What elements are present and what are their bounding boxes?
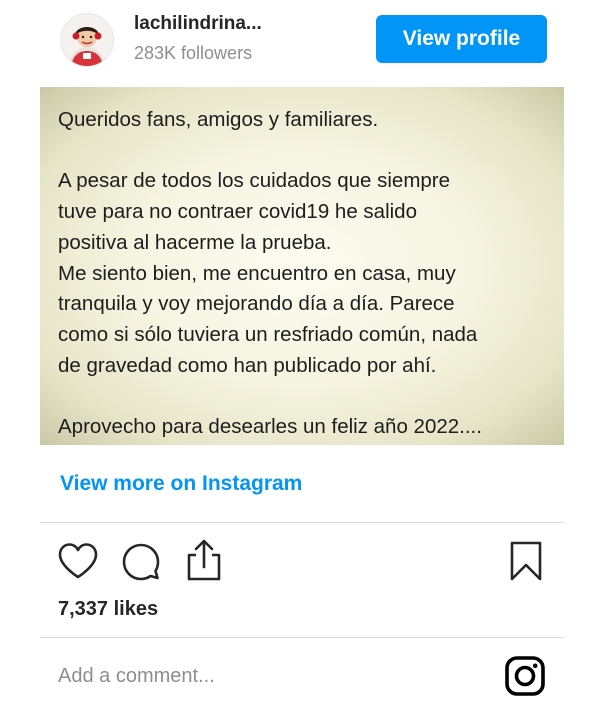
heart-icon[interactable] <box>57 542 99 580</box>
post-text-line: A pesar de todos los cuidados que siempr… <box>58 169 451 193</box>
post-text: Queridos fans, amigos y familiares. A pe… <box>58 105 558 443</box>
post-text-line: como si sólo tuviera un resfriado común,… <box>58 322 478 346</box>
embed-header: lachilindrina... 283K followers View pro… <box>0 0 594 84</box>
post-text-line: Me siento bien, me encuentro en casa, mu… <box>58 261 456 285</box>
view-profile-button[interactable]: View profile <box>376 15 547 63</box>
post-text-line: positiva al hacerme la prueba. <box>58 230 332 254</box>
divider <box>40 522 564 523</box>
username[interactable]: lachilindrina... <box>134 13 262 35</box>
post-text-line: de gravedad como han publicado por ahí. <box>58 353 437 377</box>
post-image[interactable]: Queridos fans, amigos y familiares. A pe… <box>40 87 564 445</box>
divider <box>40 637 564 638</box>
bookmark-icon[interactable] <box>508 540 544 582</box>
comment-input[interactable] <box>58 661 478 691</box>
comment-icon[interactable] <box>121 541 161 581</box>
instagram-icon[interactable] <box>504 655 546 697</box>
post-text-line: Aprovecho para desearles un feliz año 20… <box>58 415 482 438</box>
follower-count: 283K followers <box>134 43 253 63</box>
like-count[interactable]: 7,337 likes <box>58 598 158 621</box>
avatar-image <box>61 14 113 66</box>
post-text-line: Queridos fans, amigos y familiares. <box>58 108 379 131</box>
avatar[interactable] <box>60 13 114 67</box>
post-text-gap <box>58 381 558 412</box>
post-text-gap <box>58 136 558 167</box>
view-more-link[interactable]: View more on Instagram <box>60 472 302 496</box>
share-icon[interactable] <box>184 538 224 582</box>
post-text-line: tranquila y voy mejorando día a día. Par… <box>58 292 455 316</box>
post-text-line: tuve para no contraer covid19 he salido <box>58 200 417 224</box>
